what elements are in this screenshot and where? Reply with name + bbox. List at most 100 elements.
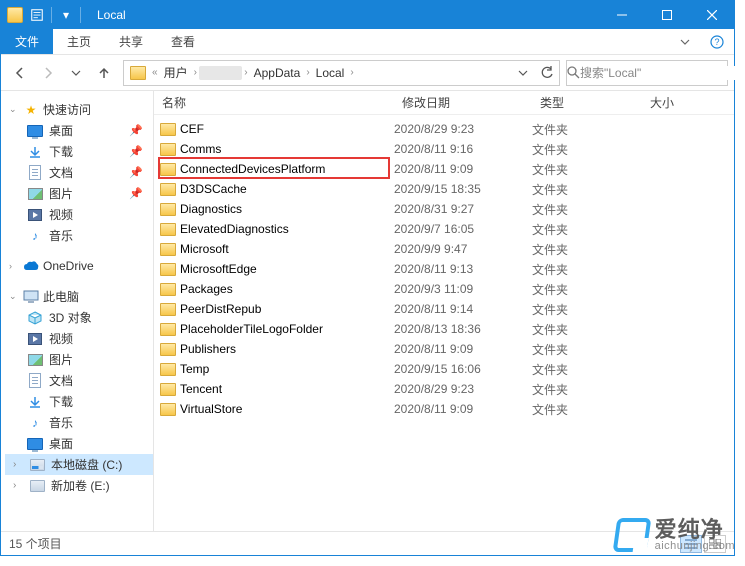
minimize-button[interactable] xyxy=(599,1,644,29)
video-icon xyxy=(27,207,43,223)
file-list[interactable]: CEF2020/8/29 9:23文件夹Comms2020/8/11 9:16文… xyxy=(154,115,734,531)
music-icon: ♪ xyxy=(27,228,43,244)
address-dropdown-button[interactable] xyxy=(511,61,535,85)
sidebar-item[interactable]: ›新加卷 (E:) xyxy=(5,475,153,496)
back-button[interactable] xyxy=(7,60,33,86)
chevron-right-icon[interactable]: › xyxy=(304,67,311,78)
tab-file[interactable]: 文件 xyxy=(1,29,53,54)
sidebar-item[interactable]: 文档 xyxy=(5,370,153,391)
properties-icon[interactable] xyxy=(29,7,45,23)
folder-icon xyxy=(160,243,176,256)
file-row[interactable]: Comms2020/8/11 9:16文件夹 xyxy=(154,139,734,159)
chevron-right-icon[interactable]: › xyxy=(348,67,355,78)
file-row[interactable]: PlaceholderTileLogoFolder2020/8/13 18:36… xyxy=(154,319,734,339)
sidebar-item[interactable]: ♪音乐 xyxy=(5,412,153,433)
file-row[interactable]: Packages2020/9/3 11:09文件夹 xyxy=(154,279,734,299)
collapse-icon: ⌄ xyxy=(9,104,19,115)
sidebar-item[interactable]: 视频 xyxy=(5,328,153,349)
file-name: Tencent xyxy=(180,382,222,396)
file-date: 2020/8/11 9:14 xyxy=(394,302,532,316)
search-input[interactable] xyxy=(580,66,735,80)
breadcrumb[interactable] xyxy=(199,66,242,80)
help-button[interactable]: ? xyxy=(700,29,734,54)
file-row[interactable]: VirtualStore2020/8/11 9:09文件夹 xyxy=(154,399,734,419)
address-bar[interactable]: « 用户 › › AppData › Local › xyxy=(123,60,560,86)
tab-share[interactable]: 共享 xyxy=(105,29,157,54)
desktop-icon xyxy=(27,123,43,139)
icons-view-button[interactable] xyxy=(704,535,726,553)
breadcrumb[interactable]: 用户 xyxy=(160,64,192,81)
sidebar-item[interactable]: ♪音乐 xyxy=(5,225,153,246)
sidebar-item[interactable]: 桌面 xyxy=(5,433,153,454)
quick-access-header[interactable]: ⌄ ★ 快速访问 xyxy=(5,99,153,120)
this-pc-header[interactable]: ⌄ 此电脑 xyxy=(5,286,153,307)
undo-icon[interactable]: ▾ xyxy=(58,7,74,23)
sidebar-item-label: 图片 xyxy=(49,185,73,202)
history-dropdown[interactable] xyxy=(63,60,89,86)
file-row[interactable]: D3DSCache2020/9/15 18:35文件夹 xyxy=(154,179,734,199)
sidebar-item[interactable]: 桌面📌 xyxy=(5,120,153,141)
sidebar-item[interactable]: ›本地磁盘 (C:) xyxy=(5,454,153,475)
sidebar-item[interactable]: 图片📌 xyxy=(5,183,153,204)
file-row[interactable]: Temp2020/9/15 16:06文件夹 xyxy=(154,359,734,379)
sidebar-item[interactable]: 3D 对象 xyxy=(5,307,153,328)
close-button[interactable] xyxy=(689,1,734,29)
details-view-button[interactable] xyxy=(680,535,702,553)
tab-view[interactable]: 查看 xyxy=(157,29,209,54)
file-type: 文件夹 xyxy=(532,201,642,218)
column-headers: 名称 修改日期 类型 大小 xyxy=(154,91,734,115)
file-type: 文件夹 xyxy=(532,301,642,318)
quick-access-label: 快速访问 xyxy=(43,101,91,118)
file-date: 2020/8/11 9:09 xyxy=(394,342,532,356)
maximize-button[interactable] xyxy=(644,1,689,29)
file-row[interactable]: PeerDistRepub2020/8/11 9:14文件夹 xyxy=(154,299,734,319)
sidebar-item-label: 新加卷 (E:) xyxy=(51,477,110,494)
nav-pane[interactable]: ⌄ ★ 快速访问 桌面📌下载📌文档📌图片📌视频♪音乐 › OneDrive ⌄ xyxy=(1,91,154,531)
sidebar-item[interactable]: 图片 xyxy=(5,349,153,370)
ribbon-expand-button[interactable] xyxy=(670,29,700,54)
file-row[interactable]: CEF2020/8/29 9:23文件夹 xyxy=(154,119,734,139)
sidebar-item[interactable]: 下载 xyxy=(5,391,153,412)
file-date: 2020/9/7 16:05 xyxy=(394,222,532,236)
file-row[interactable]: MicrosoftEdge2020/8/11 9:13文件夹 xyxy=(154,259,734,279)
file-row[interactable]: Tencent2020/8/29 9:23文件夹 xyxy=(154,379,734,399)
column-date[interactable]: 修改日期 xyxy=(394,94,532,111)
folder-icon xyxy=(160,223,176,236)
sidebar-item-label: 下载 xyxy=(49,393,73,410)
column-size[interactable]: 大小 xyxy=(642,94,734,111)
column-name[interactable]: 名称 xyxy=(154,94,394,111)
breadcrumb[interactable]: Local xyxy=(312,66,349,80)
file-type: 文件夹 xyxy=(532,241,642,258)
chevron-right-icon[interactable]: › xyxy=(242,67,249,78)
file-row[interactable]: ElevatedDiagnostics2020/9/7 16:05文件夹 xyxy=(154,219,734,239)
file-date: 2020/8/29 9:23 xyxy=(394,122,532,136)
tab-view-label: 查看 xyxy=(171,33,195,50)
search-box[interactable] xyxy=(566,60,728,86)
file-name: MicrosoftEdge xyxy=(180,262,257,276)
tab-home[interactable]: 主页 xyxy=(53,29,105,54)
status-bar: 15 个项目 xyxy=(1,531,734,555)
chevron-right-icon[interactable]: « xyxy=(150,67,160,78)
titlebar: ▾ Local xyxy=(1,1,734,29)
folder-icon xyxy=(160,383,176,396)
sidebar-item[interactable]: 视频 xyxy=(5,204,153,225)
sidebar-item[interactable]: 下载📌 xyxy=(5,141,153,162)
refresh-button[interactable] xyxy=(535,61,559,85)
onedrive-header[interactable]: › OneDrive xyxy=(5,256,153,276)
file-date: 2020/8/11 9:13 xyxy=(394,262,532,276)
file-row[interactable]: Publishers2020/8/11 9:09文件夹 xyxy=(154,339,734,359)
breadcrumb[interactable]: AppData xyxy=(250,66,305,80)
column-size-label: 大小 xyxy=(650,96,674,110)
pin-icon: 📌 xyxy=(129,145,149,158)
file-row[interactable]: Diagnostics2020/8/31 9:27文件夹 xyxy=(154,199,734,219)
file-type: 文件夹 xyxy=(532,141,642,158)
file-row[interactable]: Microsoft2020/9/9 9:47文件夹 xyxy=(154,239,734,259)
chevron-right-icon[interactable]: › xyxy=(192,67,199,78)
sidebar-item[interactable]: 文档📌 xyxy=(5,162,153,183)
music-icon: ♪ xyxy=(27,415,43,431)
file-date: 2020/9/9 9:47 xyxy=(394,242,532,256)
up-button[interactable] xyxy=(91,60,117,86)
file-row[interactable]: ConnectedDevicesPlatform2020/8/11 9:09文件… xyxy=(154,159,734,179)
disk-icon xyxy=(29,478,45,494)
column-type[interactable]: 类型 xyxy=(532,94,642,111)
